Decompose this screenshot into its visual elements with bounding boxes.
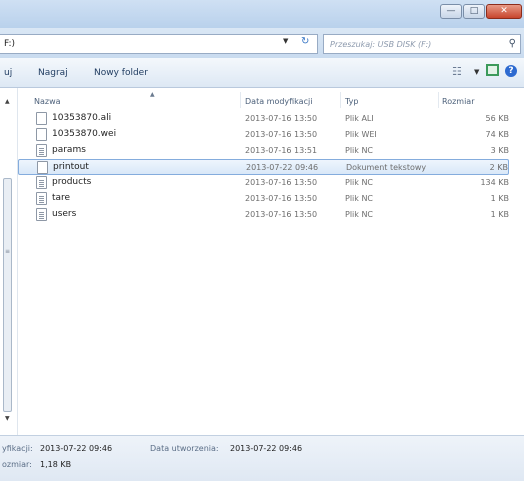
column-divider[interactable] [438, 92, 439, 108]
file-type: Plik NC [345, 210, 374, 219]
file-date: 2013-07-16 13:50 [245, 130, 318, 139]
size-label: ozmiar: [2, 460, 32, 469]
created-label: Data utworzenia: [150, 444, 219, 453]
column-header-date[interactable]: Data modyfikacji [245, 97, 312, 106]
search-placeholder: Przeszukaj: USB DISK (F:) [330, 40, 432, 49]
organize-button[interactable]: uj [4, 68, 12, 78]
scroll-down-icon[interactable]: ▼ [5, 415, 10, 422]
close-button[interactable]: ✕ [486, 4, 522, 19]
burn-button[interactable]: Nagraj [38, 68, 68, 78]
column-header-size[interactable]: Rozmiar [442, 97, 475, 106]
modified-value: 2013-07-22 09:46 [40, 444, 113, 453]
file-type: Plik NC [345, 194, 374, 203]
text-file-icon [36, 208, 47, 221]
address-dropdown-icon[interactable]: ▼ [283, 37, 288, 45]
file-row[interactable]: products 2013-07-16 13:50 Plik NC 134 KB [18, 175, 509, 191]
file-date: 2013-07-16 13:51 [245, 146, 318, 155]
file-date: 2013-07-16 13:50 [245, 210, 318, 219]
file-row[interactable]: 10353870.wei 2013-07-16 13:50 Plik WEI 7… [18, 127, 509, 143]
text-file-icon [36, 192, 47, 205]
navigation-pane-scrollbar[interactable]: ▲ ≡ ▼ [0, 88, 18, 435]
file-row[interactable]: users 2013-07-16 13:50 Plik NC 1 KB [18, 207, 509, 223]
window-controls: — □ ✕ [440, 4, 522, 19]
scrollbar-thumb[interactable] [3, 178, 12, 412]
maximize-button[interactable]: □ [463, 4, 485, 19]
file-size: 3 KB [490, 146, 509, 155]
file-name: products [52, 177, 92, 187]
grip-icon: ≡ [5, 248, 11, 255]
blank-file-icon [36, 112, 47, 125]
file-size: 134 KB [480, 178, 509, 187]
file-size: 2 KB [489, 163, 508, 172]
file-size: 1 KB [490, 210, 509, 219]
file-row-selected[interactable]: printout 2013-07-22 09:46 Dokument tekst… [18, 159, 509, 175]
title-bar: — □ ✕ [0, 0, 524, 28]
views-icon[interactable]: ☷ [452, 65, 462, 78]
preview-pane-icon[interactable] [486, 64, 499, 76]
help-icon[interactable]: ? [505, 65, 517, 77]
file-name: printout [53, 162, 89, 172]
sort-ascending-icon: ▲ [150, 91, 155, 98]
refresh-icon[interactable]: ↻ [301, 36, 309, 47]
file-list: 10353870.ali 2013-07-16 13:50 Plik ALI 5… [18, 111, 524, 223]
blank-file-icon [36, 128, 47, 141]
created-value: 2013-07-22 09:46 [230, 444, 303, 453]
column-headers: ▲ Nazwa Data modyfikacji Typ Rozmiar [18, 88, 524, 112]
file-row[interactable]: tare 2013-07-16 13:50 Plik NC 1 KB [18, 191, 509, 207]
blank-file-icon [37, 161, 48, 174]
search-icon[interactable]: ⚲ [509, 38, 516, 49]
new-folder-button[interactable]: Nowy folder [94, 68, 148, 78]
file-date: 2013-07-16 13:50 [245, 178, 318, 187]
file-type: Plik ALI [345, 114, 374, 123]
minimize-button[interactable]: — [440, 4, 462, 19]
search-input[interactable]: Przeszukaj: USB DISK (F:) ⚲ [323, 34, 521, 54]
column-header-type[interactable]: Typ [345, 97, 358, 106]
views-dropdown-icon[interactable]: ▼ [474, 68, 479, 76]
file-size: 56 KB [485, 114, 509, 123]
column-divider[interactable] [340, 92, 341, 108]
file-name: users [52, 209, 77, 219]
column-divider[interactable] [240, 92, 241, 108]
address-row: F:) ▼ ↻ Przeszukaj: USB DISK (F:) ⚲ [0, 28, 524, 58]
file-row[interactable]: 10353870.ali 2013-07-16 13:50 Plik ALI 5… [18, 111, 509, 127]
file-type: Plik NC [345, 146, 374, 155]
file-date: 2013-07-22 09:46 [246, 163, 319, 172]
file-size: 74 KB [485, 130, 509, 139]
file-name: 10353870.wei [52, 129, 117, 139]
file-size: 1 KB [490, 194, 509, 203]
column-header-name[interactable]: Nazwa [34, 97, 61, 106]
file-date: 2013-07-16 13:50 [245, 194, 318, 203]
file-type: Plik WEI [345, 130, 377, 139]
file-date: 2013-07-16 13:50 [245, 114, 318, 123]
size-value: 1,18 KB [40, 460, 72, 469]
address-bar[interactable]: F:) ▼ ↻ [0, 34, 318, 54]
file-type: Plik NC [345, 178, 374, 187]
modified-label: yfikacji: [2, 444, 33, 453]
file-name: tare [52, 193, 71, 203]
command-bar: uj Nagraj Nowy folder ☷ ▼ ? [0, 58, 524, 88]
text-file-icon [36, 144, 47, 157]
details-pane: yfikacji: 2013-07-22 09:46 Data utworzen… [0, 435, 524, 481]
address-path: F:) [4, 39, 16, 49]
file-name: params [52, 145, 86, 155]
file-type: Dokument tekstowy [346, 163, 427, 172]
text-file-icon [36, 176, 47, 189]
file-name: 10353870.ali [52, 113, 112, 123]
scroll-up-icon[interactable]: ▲ [5, 98, 10, 105]
file-row[interactable]: params 2013-07-16 13:51 Plik NC 3 KB [18, 143, 509, 159]
